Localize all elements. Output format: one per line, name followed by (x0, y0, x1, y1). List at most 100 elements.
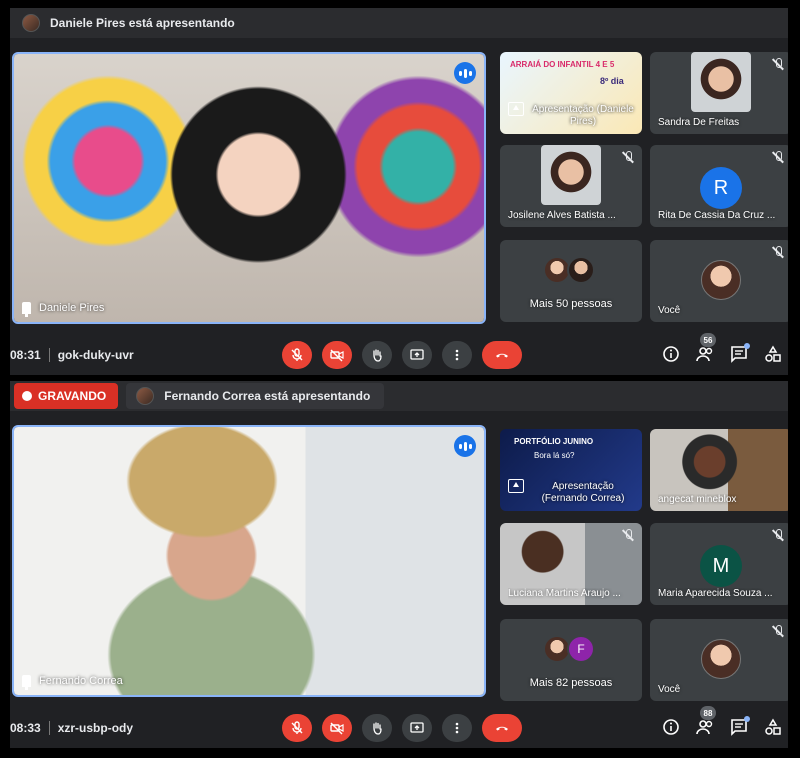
info-button[interactable] (662, 718, 680, 736)
tile-participant[interactable]: M Maria Aparecida Souza ... (650, 523, 788, 605)
tile-label: Luciana Martins Araujo ... (508, 588, 621, 599)
bottom-bar: 08:33 xzr-usbp-ody 88 (10, 706, 788, 748)
recording-dot-icon (22, 391, 32, 401)
meeting-code: gok-duky-uvr (57, 348, 134, 362)
mic-off-icon (622, 529, 634, 541)
clock-time: 08:31 (10, 348, 41, 362)
meeting-details: 08:31 gok-duky-uvr (10, 348, 134, 362)
tile-participant[interactable]: Sandra De Freitas (650, 52, 788, 134)
screenshot-frame: Daniele Pires está apresentando Daniele … (0, 0, 800, 758)
tile-label: Você (658, 684, 681, 695)
camera-toggle-button[interactable] (322, 714, 352, 742)
info-icon (663, 346, 679, 362)
top-bar: GRAVANDO Fernando Correa está apresentan… (10, 381, 788, 411)
participant-count: 88 (700, 706, 716, 720)
camera-toggle-button[interactable] (322, 341, 352, 369)
main-speaker-name-tag: Daniele Pires (22, 302, 105, 317)
camera-off-icon (330, 349, 344, 362)
main-speaker-name: Fernando Correa (39, 675, 123, 687)
people-button[interactable]: 88 (696, 706, 716, 736)
recording-label: GRAVANDO (38, 389, 107, 403)
participant-video (691, 52, 751, 112)
main-speaker-name-tag: Fernando Correa (22, 675, 123, 690)
more-options-button[interactable] (442, 714, 472, 742)
tile-label: Maria Aparecida Souza ... (658, 588, 773, 599)
chat-button[interactable] (730, 716, 750, 736)
present-icon (508, 479, 524, 493)
recording-badge[interactable]: GRAVANDO (14, 383, 119, 409)
info-icon (663, 719, 679, 735)
end-call-button[interactable] (482, 714, 522, 742)
tile-label: Mais 82 pessoas (529, 677, 613, 689)
mic-off-icon (772, 625, 784, 637)
avatar-stack (543, 256, 595, 284)
presenter-banner: Daniele Pires está apresentando (10, 8, 235, 38)
end-call-button[interactable] (482, 341, 522, 369)
activities-button[interactable] (764, 718, 782, 736)
people-icon (696, 720, 713, 735)
bottom-bar: 08:31 gok-duky-uvr 56 (10, 333, 788, 375)
speaking-indicator-icon (454, 435, 476, 457)
tile-more-people[interactable]: F Mais 82 pessoas (500, 619, 642, 701)
meeting-window-1: Daniele Pires está apresentando Daniele … (10, 8, 788, 375)
camera-off-icon (330, 722, 344, 735)
present-screen-button[interactable] (402, 341, 432, 369)
tile-label: Apresentação (Daniele Pires) (532, 104, 634, 127)
mic-toggle-button[interactable] (282, 341, 312, 369)
mic-off-icon (622, 151, 634, 163)
pin-icon[interactable] (22, 302, 31, 317)
chat-button[interactable] (730, 343, 750, 363)
letter-avatar: M (700, 545, 742, 587)
self-avatar (701, 639, 741, 679)
tile-participant[interactable]: Luciana Martins Araujo ... (500, 523, 642, 605)
presenter-banner-text: Fernando Correa está apresentando (164, 389, 371, 403)
meeting-code: xzr-usbp-ody (57, 721, 134, 735)
presenter-banner: Fernando Correa está apresentando (126, 383, 385, 409)
mic-off-icon (772, 529, 784, 541)
participant-video (541, 145, 601, 205)
main-speaker-name: Daniele Pires (39, 302, 105, 314)
tile-self[interactable]: Você (650, 619, 788, 701)
meeting-details: 08:33 xzr-usbp-ody (10, 721, 133, 735)
unread-dot (744, 716, 750, 722)
tile-participant[interactable]: Josilene Alves Batista ... (500, 145, 642, 227)
main-speaker-video[interactable]: Daniele Pires (12, 52, 486, 324)
mic-off-icon (291, 348, 303, 361)
tile-label: angecat mineblox (658, 494, 737, 505)
present-screen-button[interactable] (402, 714, 432, 742)
presentation-title: PORTFÓLIO JUNINO (514, 437, 594, 446)
tile-participant[interactable]: angecat mineblox (650, 429, 788, 511)
speaking-indicator-icon (454, 62, 476, 84)
presentation-subtitle: Bora lá só? (534, 451, 575, 460)
present-screen-icon (410, 722, 424, 733)
participant-count: 56 (700, 333, 716, 347)
activities-icon (765, 345, 781, 362)
tile-participant[interactable]: R Rita De Cassia Da Cruz ... (650, 145, 788, 227)
mic-off-icon (772, 151, 784, 163)
tile-more-people[interactable]: Mais 50 pessoas (500, 240, 642, 322)
people-button[interactable]: 56 (696, 333, 716, 363)
tile-presentation[interactable]: ARRAIÁ DO INFANTIL 4 E 5 8º dia Apresent… (500, 52, 642, 134)
end-call-icon (496, 726, 508, 731)
info-button[interactable] (662, 345, 680, 363)
more-options-icon (455, 349, 459, 361)
raise-hand-icon (373, 349, 382, 362)
tile-label: Apresentação (Fernando Correa) (541, 481, 625, 504)
more-options-button[interactable] (442, 341, 472, 369)
main-speaker-video[interactable]: Fernando Correa (12, 425, 486, 697)
avatar (567, 256, 595, 284)
mic-toggle-button[interactable] (282, 714, 312, 742)
raise-hand-button[interactable] (362, 341, 392, 369)
tile-label: Sandra De Freitas (658, 117, 740, 128)
side-panel-controls: 88 (662, 706, 782, 736)
pin-icon[interactable] (22, 675, 31, 690)
speaker-video-feed (14, 427, 484, 695)
tile-presentation[interactable]: PORTFÓLIO JUNINO Bora lá só? Apresentaçã… (500, 429, 642, 511)
divider (48, 721, 50, 735)
mic-off-icon (772, 246, 784, 258)
tile-self[interactable]: Você (650, 240, 788, 322)
activities-button[interactable] (764, 345, 782, 363)
tile-label: Você (658, 305, 681, 316)
raise-hand-button[interactable] (362, 714, 392, 742)
letter-avatar: F (567, 635, 595, 663)
